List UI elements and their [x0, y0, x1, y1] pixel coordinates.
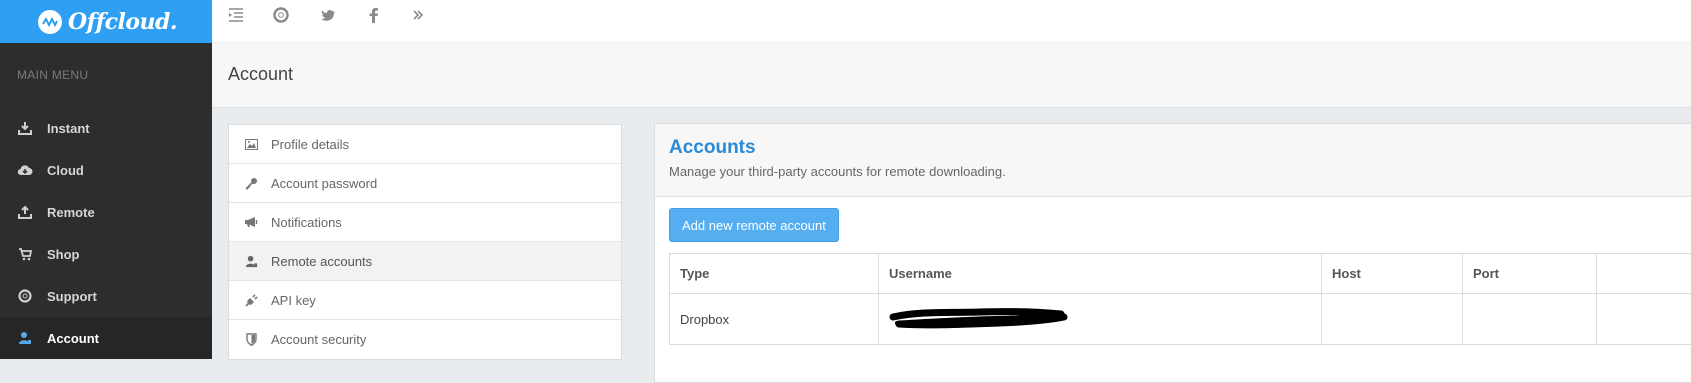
- brand-name: Offcloud.: [68, 9, 177, 35]
- nav-item-profile-details[interactable]: Profile details: [229, 125, 621, 164]
- cell-actions: [1597, 294, 1691, 345]
- cloud-download-icon: [17, 162, 33, 178]
- nav-item-account-password[interactable]: Account password: [229, 164, 621, 203]
- nav-item-label: Account security: [271, 332, 366, 347]
- nav-item-label: API key: [271, 293, 316, 308]
- wave-logo-icon: [38, 10, 62, 34]
- account-settings-nav: Profile details Account password Notific…: [228, 124, 622, 360]
- cell-username: [879, 294, 1322, 345]
- sidebar-item-remote[interactable]: Remote: [0, 191, 212, 233]
- lifebuoy-icon: [17, 288, 33, 304]
- sidebar-item-cloud[interactable]: Cloud: [0, 149, 212, 191]
- menu-toggle-icon[interactable]: [226, 5, 246, 25]
- nav-item-label: Notifications: [271, 215, 342, 230]
- cart-icon: [17, 246, 33, 262]
- sidebar-item-label: Shop: [47, 247, 80, 262]
- accounts-panel-header: Accounts Manage your third-party account…: [655, 124, 1691, 197]
- sidebar-item-instant[interactable]: Instant: [0, 107, 212, 149]
- nav-item-label: Account password: [271, 176, 377, 191]
- page-header: Account: [212, 43, 1691, 108]
- upload-tray-icon: [17, 204, 33, 220]
- page-title: Account: [228, 64, 293, 85]
- plug-icon: [244, 293, 258, 307]
- accounts-panel: Accounts Manage your third-party account…: [654, 123, 1691, 383]
- main-menu-title: MAIN MENU: [0, 43, 212, 107]
- sidebar-item-account[interactable]: Account: [0, 317, 212, 359]
- column-header-port: Port: [1463, 254, 1597, 294]
- sidebar-item-label: Account: [47, 331, 99, 346]
- support-lifebuoy-icon[interactable]: [271, 5, 291, 25]
- column-header-actions: [1597, 254, 1691, 294]
- sidebar-item-label: Support: [47, 289, 97, 304]
- sidebar-item-support[interactable]: Support: [0, 275, 212, 317]
- accounts-subtitle: Manage your third-party accounts for rem…: [669, 164, 1691, 179]
- column-header-type: Type: [670, 254, 879, 294]
- table-row: Dropbox: [670, 294, 1691, 345]
- redacted-username-scribble: [889, 319, 1079, 334]
- user-icon: [17, 330, 33, 346]
- key-icon: [244, 176, 258, 190]
- download-tray-icon: [17, 120, 33, 136]
- cell-type: Dropbox: [670, 294, 879, 345]
- nav-item-remote-accounts[interactable]: Remote accounts: [229, 242, 621, 281]
- shield-icon: [244, 333, 258, 347]
- cell-host: [1322, 294, 1463, 345]
- column-header-host: Host: [1322, 254, 1463, 294]
- sidebar-item-label: Instant: [47, 121, 90, 136]
- nav-item-account-security[interactable]: Account security: [229, 320, 621, 359]
- cell-port: [1463, 294, 1597, 345]
- sidebar-item-shop[interactable]: Shop: [0, 233, 212, 275]
- table-header-row: Type Username Host Port: [670, 254, 1691, 294]
- sidebar: Offcloud. MAIN MENU Instant Cloud Remote…: [0, 0, 212, 356]
- accounts-title: Accounts: [669, 137, 1691, 159]
- nav-item-notifications[interactable]: Notifications: [229, 203, 621, 242]
- sidebar-item-label: Cloud: [47, 163, 84, 178]
- double-chevron-right-icon[interactable]: [408, 5, 428, 25]
- remote-accounts-table: Type Username Host Port Dropbox: [669, 253, 1691, 345]
- twitter-icon[interactable]: [318, 5, 338, 25]
- picture-icon: [244, 137, 258, 151]
- add-remote-account-button[interactable]: Add new remote account: [669, 208, 839, 242]
- nav-item-label: Remote accounts: [271, 254, 372, 269]
- sidebar-item-label: Remote: [47, 205, 95, 220]
- column-header-username: Username: [879, 254, 1322, 294]
- brand-logo[interactable]: Offcloud.: [0, 0, 212, 43]
- nav-item-api-key[interactable]: API key: [229, 281, 621, 320]
- facebook-icon[interactable]: [363, 5, 383, 25]
- nav-item-label: Profile details: [271, 137, 349, 152]
- top-toolbar: [212, 0, 1691, 43]
- megaphone-icon: [244, 215, 258, 229]
- user-icon: [244, 254, 258, 268]
